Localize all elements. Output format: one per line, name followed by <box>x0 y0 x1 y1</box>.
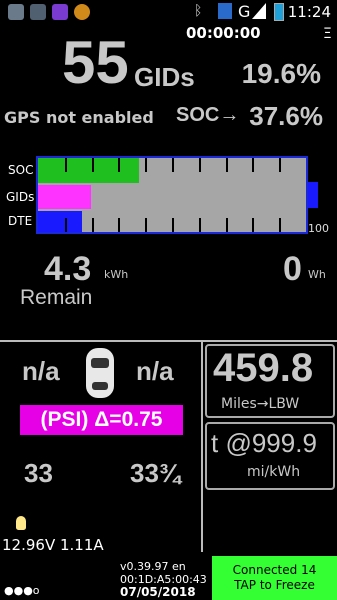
dte-bar <box>38 211 83 232</box>
gids-value: 55 <box>62 29 129 96</box>
used-unit: Wh <box>308 268 326 281</box>
battery-12v-reading: 12.96V 1.11A <box>2 536 104 554</box>
charge-bars <box>36 156 308 234</box>
bar-tick <box>92 218 94 232</box>
bar-scale-max: 100 <box>308 222 329 235</box>
bar-tick <box>92 158 94 172</box>
efficiency-value: t @999.9 <box>211 428 317 458</box>
image-icon <box>8 4 24 20</box>
remain-unit: kWh <box>104 268 129 281</box>
efficiency-label: mi/kWh <box>247 464 301 480</box>
status-time: 11:24 <box>287 3 331 21</box>
car-windshield-icon <box>91 358 109 368</box>
soc-bar <box>38 158 139 183</box>
bar-tick <box>172 218 174 232</box>
connected-status: Connected 14 <box>232 563 317 577</box>
bar-tick <box>118 218 120 232</box>
bar-tick <box>252 218 254 232</box>
bar-tick <box>279 158 281 172</box>
status-bar: ᛒ G 11:24 <box>0 0 337 24</box>
signal-icon <box>252 3 266 19</box>
range-label: Miles→LBW <box>221 396 300 412</box>
bar-tick <box>199 158 201 172</box>
car-icon <box>86 348 114 398</box>
tire-front-right: n/a <box>136 356 174 386</box>
bar-tick <box>145 218 147 232</box>
soc-label: SOC→ <box>176 104 240 126</box>
soc-value: 37.6% <box>249 101 323 131</box>
remain-label: Remain <box>20 286 93 309</box>
gps-status: GPS not enabled <box>4 108 154 127</box>
gids-bar <box>38 185 91 209</box>
remain-value: 4.3 <box>44 250 92 288</box>
notes-icon <box>52 4 68 20</box>
dte-overflow-bar <box>308 182 318 208</box>
bar-tick <box>65 218 67 232</box>
app-version: v0.39.97 en <box>120 560 186 573</box>
range-panel[interactable]: 459.8 Miles→LBW <box>205 344 335 418</box>
psi-delta-badge: (PSI) Δ=0.75 <box>20 405 183 435</box>
bar-label-soc: SOC <box>8 163 34 177</box>
bar-label-gids: GIDs <box>6 190 35 204</box>
photo-icon <box>30 4 46 20</box>
bluetooth-icon: ᛒ <box>194 3 203 19</box>
bar-tick <box>172 158 174 172</box>
bar-tick <box>252 158 254 172</box>
bar-tick <box>279 218 281 232</box>
bulb-icon <box>16 516 26 530</box>
panel-divider <box>201 342 203 552</box>
maps-icon <box>74 4 90 20</box>
used-value: 0 <box>283 250 302 288</box>
bar-tick <box>118 158 120 172</box>
car-rear-window-icon <box>92 382 108 390</box>
efficiency-panel[interactable]: t @999.9 mi/kWh <box>205 422 335 490</box>
bar-label-dte: DTE <box>8 214 33 228</box>
page-dots: ●●●o <box>4 584 40 597</box>
gids-unit: GIDs <box>134 62 195 92</box>
network-label: G <box>238 2 251 21</box>
date-label: 07/05/2018 <box>120 585 196 599</box>
range-value: 459.8 <box>213 346 314 390</box>
bar-tick <box>65 158 67 172</box>
bar-tick <box>226 158 228 172</box>
bar-tick <box>145 158 147 172</box>
gids-percent: 19.6% <box>241 58 321 89</box>
tire-rear-right: 33¾ <box>130 458 181 488</box>
tap-to-freeze: TAP to Freeze <box>234 578 315 592</box>
tire-front-left: n/a <box>22 356 60 386</box>
tire-rear-left: 33 <box>24 458 53 488</box>
menu-icon[interactable]: Ξ <box>323 26 332 42</box>
elapsed-timer: 00:00:00 <box>186 24 261 42</box>
battery-icon <box>274 3 284 21</box>
bar-tick <box>199 218 201 232</box>
section-divider <box>0 340 337 342</box>
connect-freeze-button[interactable]: Connected 14 TAP to Freeze <box>212 556 337 600</box>
nfc-icon <box>218 3 232 19</box>
bar-tick <box>226 218 228 232</box>
